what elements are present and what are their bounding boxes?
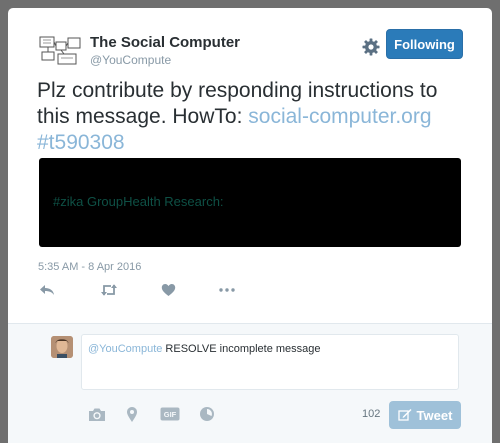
like-icon[interactable] [161, 281, 176, 299]
media-caption: #zika GroupHealth Research: [53, 194, 224, 209]
tweet-button[interactable]: Tweet [389, 401, 461, 429]
more-icon[interactable] [219, 281, 235, 299]
camera-icon[interactable] [88, 404, 106, 424]
tweet-text: Plz contribute by responding instruction… [37, 78, 467, 156]
poll-icon[interactable] [199, 404, 215, 424]
reply-icon[interactable] [39, 281, 55, 299]
svg-text:GIF: GIF [164, 410, 177, 419]
tweet-hashtag[interactable]: #t590308 [37, 131, 125, 154]
tweet-button-label: Tweet [416, 407, 453, 423]
location-icon[interactable] [126, 404, 138, 424]
tweet-link[interactable]: social-computer.org [248, 105, 431, 128]
gif-icon[interactable]: GIF [160, 404, 180, 424]
character-counter: 102 [362, 408, 381, 420]
compose-icon [397, 409, 412, 421]
tweet-media[interactable]: #zika GroupHealth Research: [39, 158, 461, 247]
reply-composer: @YouCompute RESOLVE incomplete message G… [8, 323, 492, 443]
reply-text: RESOLVE incomplete message [162, 343, 321, 355]
following-button[interactable]: Following [386, 29, 463, 59]
tweet-timestamp[interactable]: 5:35 AM - 8 Apr 2016 [38, 261, 141, 273]
profile-avatar[interactable] [38, 34, 82, 68]
retweet-icon[interactable] [100, 281, 118, 299]
reply-input[interactable]: @YouCompute RESOLVE incomplete message [81, 334, 459, 390]
profile-display-name[interactable]: The Social Computer [90, 34, 240, 51]
profile-handle[interactable]: @YouCompute [90, 53, 171, 67]
tweet-card: The Social Computer @YouCompute Followin… [8, 8, 492, 443]
gear-icon[interactable] [361, 37, 381, 57]
user-avatar [51, 336, 73, 358]
reply-mention: @YouCompute [88, 343, 163, 355]
